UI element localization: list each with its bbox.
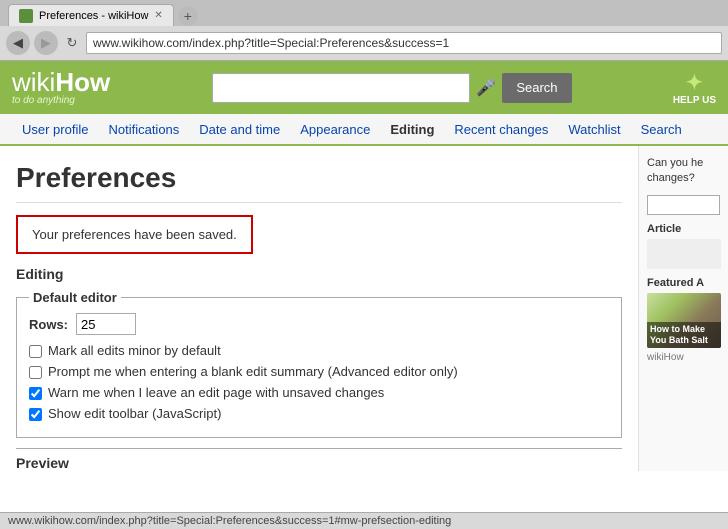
browser-nav-bar: ◀ ▶ ↻ <box>0 26 728 60</box>
preview-section: Preview <box>16 448 622 471</box>
fieldset-legend: Default editor <box>29 290 121 305</box>
nav-search[interactable]: Search <box>631 116 692 143</box>
checkbox-row-3: Warn me when I leave an edit page with u… <box>29 385 609 400</box>
checkbox-edit-toolbar[interactable] <box>29 408 42 421</box>
nav-notifications[interactable]: Notifications <box>98 116 189 143</box>
help-icon: ✦ <box>686 70 703 95</box>
sidebar-article-box <box>647 239 721 269</box>
checkbox-row-1: Mark all edits minor by default <box>29 343 609 358</box>
browser-tab[interactable]: Preferences - wikiHow ✕ <box>8 4 174 26</box>
header-search-button[interactable]: Search <box>502 73 571 103</box>
nav-appearance[interactable]: Appearance <box>290 116 380 143</box>
checkbox-blank-summary-label: Prompt me when entering a blank edit sum… <box>48 364 458 379</box>
nav-user-profile[interactable]: User profile <box>12 116 98 143</box>
sidebar-article-label: Article <box>647 223 720 235</box>
success-message: Your preferences have been saved. <box>16 215 253 254</box>
logo-wiki: wiki <box>12 67 55 97</box>
help-us-button[interactable]: ✦ HELP US <box>673 70 716 106</box>
new-tab-button[interactable]: + <box>178 6 198 26</box>
rows-label: Rows: <box>29 317 68 332</box>
browser-chrome: Preferences - wikiHow ✕ + ◀ ▶ ↻ <box>0 0 728 61</box>
checkbox-minor-edits-label: Mark all edits minor by default <box>48 343 221 358</box>
browser-tab-bar: Preferences - wikiHow ✕ + <box>0 0 728 26</box>
featured-label: Featured A <box>647 277 720 289</box>
featured-img-caption: How to Make You Bath Salt <box>647 322 721 348</box>
nav-watchlist[interactable]: Watchlist <box>558 116 630 143</box>
page-title: Preferences <box>16 162 622 203</box>
site-header: wikiHow to do anything 🎤 Search ✦ HELP U… <box>0 61 728 114</box>
favicon <box>19 9 33 23</box>
sidebar-question: Can you he changes? <box>647 156 720 187</box>
refresh-button[interactable]: ↻ <box>62 33 82 53</box>
status-bar-text: www.wikihow.com/index.php?title=Special:… <box>8 515 451 527</box>
wikihow-footer-logo: wikiHow <box>647 352 720 363</box>
help-us-label: HELP US <box>673 95 716 106</box>
rows-field: Rows: <box>29 313 609 335</box>
checkbox-edit-toolbar-label: Show edit toolbar (JavaScript) <box>48 406 221 421</box>
sidebar-search-input[interactable] <box>647 195 720 215</box>
default-editor-fieldset: Default editor Rows: Mark all edits mino… <box>16 290 622 438</box>
content-area: Preferences Your preferences have been s… <box>0 146 638 471</box>
url-bar[interactable] <box>86 32 722 54</box>
checkbox-row-2: Prompt me when entering a blank edit sum… <box>29 364 609 379</box>
logo-how: How <box>55 67 110 97</box>
nav-date-time[interactable]: Date and time <box>189 116 290 143</box>
checkbox-blank-summary[interactable] <box>29 366 42 379</box>
forward-button[interactable]: ▶ <box>34 31 58 55</box>
close-icon[interactable]: ✕ <box>154 10 162 21</box>
checkbox-minor-edits[interactable] <box>29 345 42 358</box>
header-search-input[interactable] <box>212 73 471 103</box>
site-logo[interactable]: wikiHow to do anything <box>12 69 110 106</box>
checkbox-warn-unsaved[interactable] <box>29 387 42 400</box>
checkbox-row-4: Show edit toolbar (JavaScript) <box>29 406 609 421</box>
microphone-icon[interactable]: 🎤 <box>476 78 496 98</box>
tab-title: Preferences - wikiHow <box>39 10 148 22</box>
nav-editing[interactable]: Editing <box>380 116 444 143</box>
sidebar: Can you he changes? Article Featured A H… <box>638 146 728 471</box>
logo-text: wikiHow <box>12 69 110 95</box>
status-bar: www.wikihow.com/index.php?title=Special:… <box>0 512 728 529</box>
nav-recent-changes[interactable]: Recent changes <box>444 116 558 143</box>
logo-subtitle: to do anything <box>12 95 110 106</box>
back-button[interactable]: ◀ <box>6 31 30 55</box>
header-search-area: 🎤 Search <box>212 73 572 103</box>
rows-input[interactable] <box>76 313 136 335</box>
section-heading: Editing <box>16 266 622 282</box>
main-content: Preferences Your preferences have been s… <box>0 146 728 471</box>
nav-bar: User profile Notifications Date and time… <box>0 114 728 146</box>
featured-image[interactable]: How to Make You Bath Salt <box>647 293 721 348</box>
preview-label: Preview <box>16 455 69 471</box>
checkbox-warn-unsaved-label: Warn me when I leave an edit page with u… <box>48 385 384 400</box>
